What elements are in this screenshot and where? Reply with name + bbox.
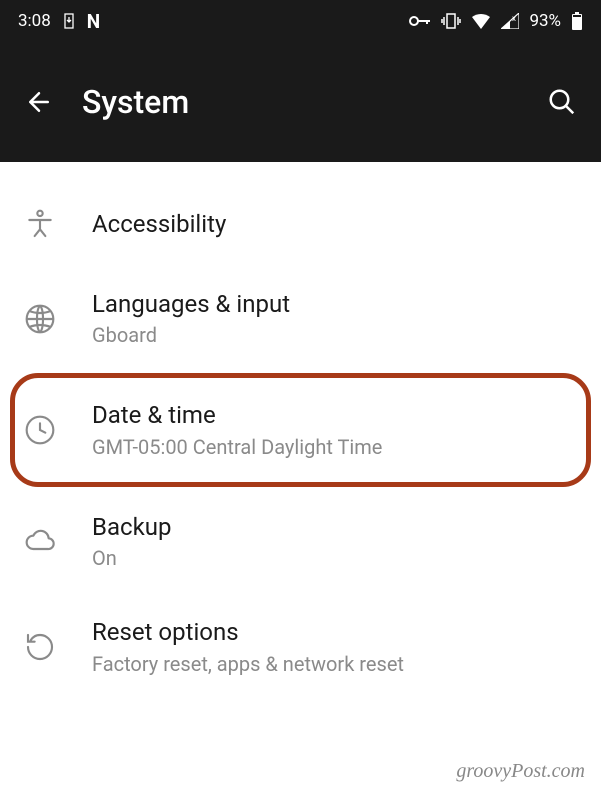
list-item-languages[interactable]: Languages & input Gboard — [0, 266, 601, 371]
item-title: Date & time — [92, 399, 577, 431]
battery-pct: 93% — [529, 11, 561, 31]
svg-text:x: x — [512, 14, 516, 23]
search-icon[interactable] — [547, 87, 577, 117]
status-time: 3:08 — [18, 11, 51, 31]
item-subtitle: Factory reset, apps & network reset — [92, 651, 577, 678]
watermark: groovyPost.com — [456, 760, 585, 783]
clock-icon — [24, 414, 56, 446]
list-item-reset[interactable]: Reset options Factory reset, apps & netw… — [0, 594, 601, 699]
cloud-icon — [24, 525, 56, 557]
battery-icon — [571, 12, 583, 30]
item-subtitle: On — [92, 545, 577, 572]
back-icon[interactable] — [24, 87, 54, 117]
accessibility-icon — [24, 208, 56, 240]
key-icon — [409, 13, 431, 29]
item-subtitle: Gboard — [92, 322, 577, 349]
globe-icon — [24, 303, 56, 335]
app-letter-icon: N — [87, 10, 100, 33]
item-subtitle: GMT-05:00 Central Daylight Time — [92, 434, 577, 461]
app-header: System — [0, 42, 601, 162]
vibrate-icon — [441, 12, 461, 30]
item-title: Reset options — [92, 616, 577, 648]
settings-list: Accessibility Languages & input Gboard D… — [0, 162, 601, 700]
reset-icon — [24, 631, 56, 663]
page-title: System — [82, 83, 189, 121]
item-title: Accessibility — [92, 208, 577, 240]
status-bar: 3:08 N x 93% — [0, 0, 601, 42]
item-title: Backup — [92, 511, 577, 543]
list-item-backup[interactable]: Backup On — [0, 489, 601, 594]
wifi-icon — [471, 13, 491, 29]
list-item-date-time[interactable]: Date & time GMT-05:00 Central Daylight T… — [0, 377, 601, 482]
signal-icon: x — [501, 13, 519, 29]
download-icon — [61, 13, 77, 29]
item-title: Languages & input — [92, 288, 577, 320]
list-item-accessibility[interactable]: Accessibility — [0, 182, 601, 266]
